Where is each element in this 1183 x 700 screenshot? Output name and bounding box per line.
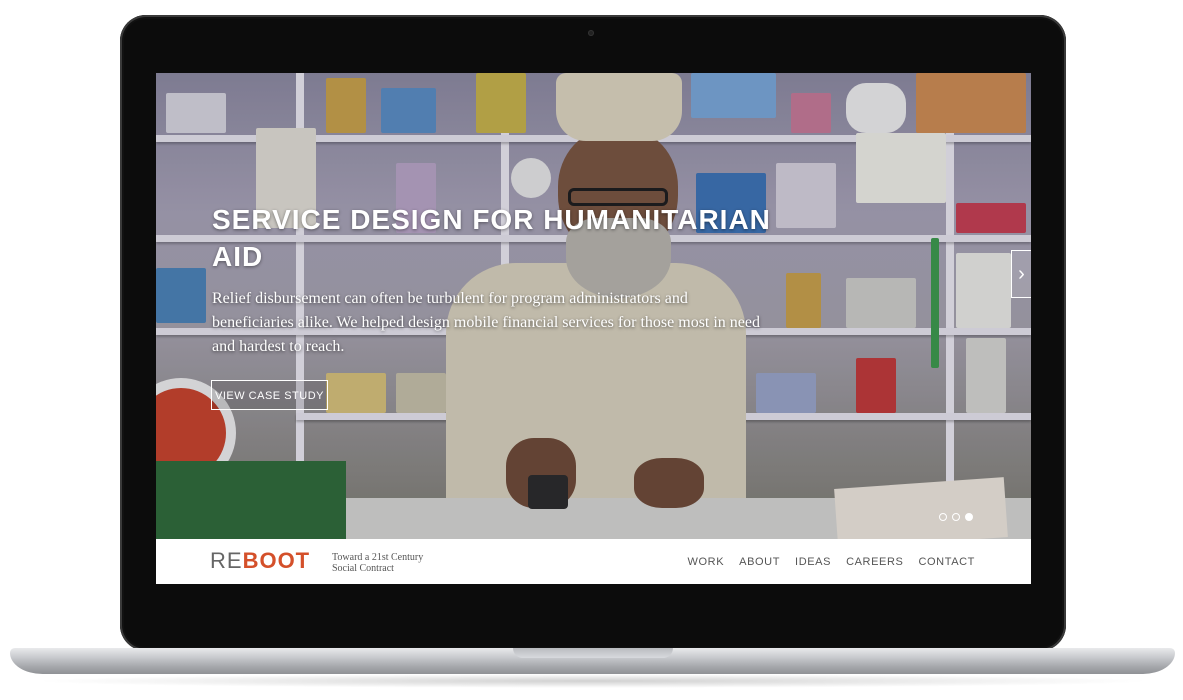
main-nav: WORK ABOUT IDEAS CAREERS CONTACT xyxy=(688,539,975,584)
view-case-study-button[interactable]: VIEW CASE STUDY xyxy=(211,380,328,410)
tagline-line-1: Toward a 21st Century xyxy=(332,552,424,563)
hero-title: SERVICE DESIGN FOR HUMANITARIAN AID xyxy=(212,204,771,272)
slide-dot-2[interactable] xyxy=(952,513,960,521)
reboot-logo[interactable]: REBOOT xyxy=(210,549,310,573)
nav-contact[interactable]: CONTACT xyxy=(918,556,975,568)
slide-dot-3[interactable] xyxy=(965,513,973,521)
site-navbar: REBOOT Toward a 21st Century Social Cont… xyxy=(156,539,1031,584)
laptop-notch xyxy=(513,648,673,658)
nav-ideas[interactable]: IDEAS xyxy=(795,556,831,568)
logo-boot: BOOT xyxy=(242,548,311,573)
tagline-line-2: Social Contract xyxy=(332,563,394,574)
laptop-shadow xyxy=(30,674,1155,688)
camera xyxy=(588,30,594,36)
slide-indicators xyxy=(939,513,973,521)
nav-about[interactable]: ABOUT xyxy=(739,556,780,568)
hero-slide: SERVICE DESIGN FOR HUMANITARIAN AID Reli… xyxy=(156,73,1031,539)
nav-careers[interactable]: CAREERS xyxy=(846,556,903,568)
brand-tagline: Toward a 21st Century Social Contract xyxy=(332,552,452,574)
logo-re: RE xyxy=(210,548,243,573)
slide-dot-1[interactable] xyxy=(939,513,947,521)
hero-description: Relief disbursement can often be turbule… xyxy=(212,290,761,355)
nav-work[interactable]: WORK xyxy=(688,556,725,568)
screen: SERVICE DESIGN FOR HUMANITARIAN AID Reli… xyxy=(156,73,1031,584)
chevron-right-icon[interactable]: › xyxy=(1011,250,1031,298)
